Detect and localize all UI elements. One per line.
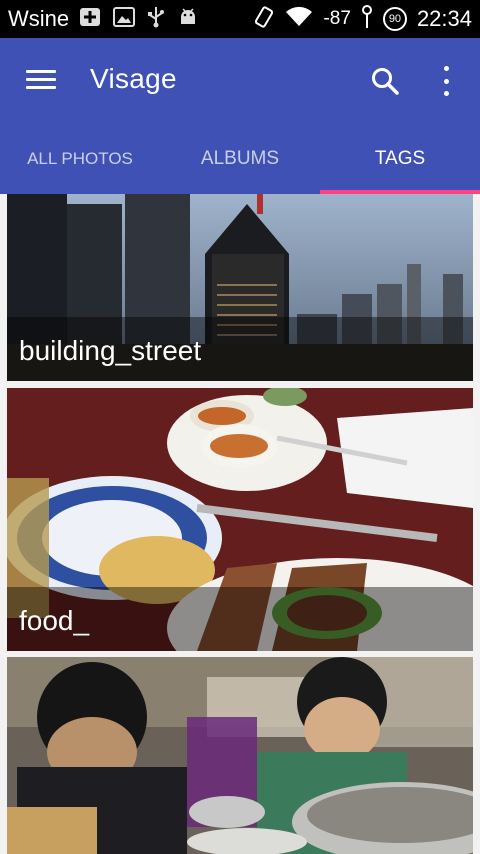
tag-caption: building_street — [19, 335, 202, 366]
app-bar: Visage ALL PHOTOS ALBUMS TAGS — [0, 38, 480, 194]
tab-tags[interactable]: TAGS — [320, 124, 480, 194]
tab-all-photos[interactable]: ALL PHOTOS — [0, 124, 160, 194]
search-icon[interactable] — [370, 66, 400, 96]
menu-icon[interactable] — [26, 68, 56, 92]
tag-list: building_street food_ — [0, 194, 480, 854]
tag-card-building-street[interactable]: building_street — [7, 194, 473, 381]
tag-card-food[interactable]: food_ — [7, 388, 473, 651]
dining-photo — [7, 657, 473, 854]
status-bar: Wsine -87 90 22:34 — [0, 0, 480, 38]
usb-icon — [147, 6, 165, 32]
signal-strength: -87 — [323, 8, 351, 29]
toolbar: Visage — [0, 38, 480, 124]
tag-card-people[interactable] — [7, 657, 473, 854]
wifi-icon — [285, 6, 313, 33]
android-debug-icon — [177, 6, 199, 32]
add-notification-icon — [79, 7, 101, 31]
tag-caption: food_ — [19, 605, 90, 636]
image-notification-icon — [113, 7, 136, 31]
clock: 22:34 — [416, 6, 472, 31]
carrier-name: Wsine — [8, 6, 70, 31]
app-title: Visage — [90, 63, 177, 94]
signal-icon — [361, 4, 373, 34]
tab-bar: ALL PHOTOS ALBUMS TAGS — [0, 124, 480, 194]
more-options-icon[interactable] — [436, 66, 456, 96]
rotate-icon — [253, 5, 275, 33]
tab-albums[interactable]: ALBUMS — [160, 124, 320, 194]
battery-badge: 90 — [382, 7, 407, 31]
